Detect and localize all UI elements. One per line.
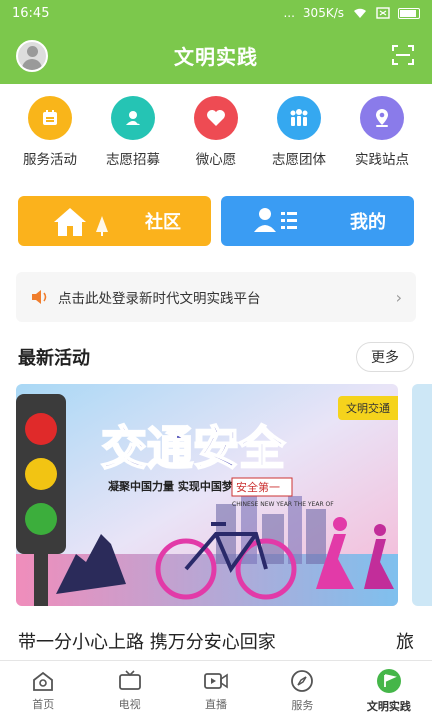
poster-english: CHINESE NEW YEAR THE YEAR OF xyxy=(232,501,334,508)
tab-home[interactable]: 首页 xyxy=(0,661,86,720)
activity-carousel: 交通安全 凝聚中国力量 实现中国梦 安全第一 CHINESE NEW YEAR … xyxy=(0,384,432,606)
banner-row: 社区 我的 xyxy=(0,196,432,246)
heart-icon xyxy=(194,96,238,140)
tab-label: 服务 xyxy=(291,698,314,712)
house-icon xyxy=(54,208,108,236)
status-time: 16:45 xyxy=(12,5,50,21)
quick-item-label: 志愿团体 xyxy=(272,152,326,168)
quick-item-label: 志愿招募 xyxy=(106,152,160,168)
tab-label: 文明实践 xyxy=(366,699,411,713)
app-header: 文明实践 xyxy=(0,26,432,84)
category-tag: 文明交通 xyxy=(338,396,398,420)
activity-card[interactable]: 交通安全 凝聚中国力量 实现中国梦 安全第一 CHINESE NEW YEAR … xyxy=(16,384,398,606)
compass-icon xyxy=(291,669,314,692)
quick-item-micro-wish[interactable]: 微心愿 xyxy=(176,96,256,168)
network-speed: 305K/s xyxy=(302,6,344,20)
tab-tv[interactable]: 电视 xyxy=(86,661,172,720)
location-pin-icon xyxy=(360,96,404,140)
community-banner[interactable]: 社区 xyxy=(18,196,211,246)
page-title: 文明实践 xyxy=(174,44,258,69)
sim-icon xyxy=(376,7,390,19)
tab-label: 直播 xyxy=(205,697,228,711)
flag-icon xyxy=(376,668,401,693)
battery-icon xyxy=(398,7,420,19)
next-activity-title[interactable]: 旅 xyxy=(396,628,414,654)
heart-hand-icon xyxy=(111,96,155,140)
calendar-icon xyxy=(28,96,72,140)
tab-service[interactable]: 服务 xyxy=(259,661,345,720)
community-banner-label: 社区 xyxy=(145,212,181,233)
quick-item-label: 微心愿 xyxy=(195,152,237,168)
login-notice[interactable]: 点击此处登录新时代文明实践平台 › xyxy=(16,272,416,322)
quick-item-volunteer-group[interactable]: 志愿团体 xyxy=(259,96,339,168)
more-button[interactable]: 更多 xyxy=(356,342,414,372)
scan-icon[interactable] xyxy=(392,45,414,65)
quick-actions: 服务活动 志愿招募 微心愿 志愿团体 实践站点 xyxy=(0,84,432,168)
quick-item-label: 实践站点 xyxy=(355,152,409,168)
next-activity-card[interactable] xyxy=(412,384,432,606)
latest-section-header: 最新活动 更多 xyxy=(0,342,432,372)
tab-label: 首页 xyxy=(32,697,55,711)
tab-label: 电视 xyxy=(118,697,141,711)
tv-icon xyxy=(118,669,141,690)
activity-title[interactable]: 带一分小心上路 携万分安心回家 xyxy=(18,628,276,654)
bottom-tab-bar: 首页 电视 直播 服务 文明实践 xyxy=(0,660,432,720)
mine-banner[interactable]: 我的 xyxy=(221,196,414,246)
quick-item-volunteer-recruit[interactable]: 志愿招募 xyxy=(93,96,173,168)
user-card-icon xyxy=(254,208,297,232)
activity-title-row: 带一分小心上路 携万分安心回家 旅 xyxy=(0,628,432,654)
wifi-icon xyxy=(354,8,366,18)
poster-headline: 交通安全 xyxy=(101,421,286,475)
poster-slogan: 凝聚中国力量 实现中国梦 xyxy=(108,479,234,493)
mine-banner-label: 我的 xyxy=(350,212,386,233)
status-dots: ... xyxy=(283,6,295,20)
section-title: 最新活动 xyxy=(18,348,90,369)
avatar[interactable] xyxy=(16,40,48,72)
poster-seal: 安全第一 xyxy=(236,480,280,494)
chevron-right-icon: › xyxy=(395,287,402,307)
tab-civilization-practice[interactable]: 文明实践 xyxy=(346,661,432,720)
quick-item-service-activity[interactable]: 服务活动 xyxy=(10,96,90,168)
quick-item-practice-site[interactable]: 实践站点 xyxy=(342,96,422,168)
video-icon xyxy=(204,672,228,689)
quick-item-label: 服务活动 xyxy=(23,152,77,168)
home-icon xyxy=(33,671,54,691)
tab-live[interactable]: 直播 xyxy=(173,661,259,720)
status-indicators: ... 305K/s xyxy=(283,6,420,20)
notice-text: 点击此处登录新时代文明实践平台 xyxy=(58,291,261,307)
speaker-icon xyxy=(32,290,47,304)
status-bar: 16:45 ... 305K/s xyxy=(0,0,432,26)
group-icon xyxy=(277,96,321,140)
